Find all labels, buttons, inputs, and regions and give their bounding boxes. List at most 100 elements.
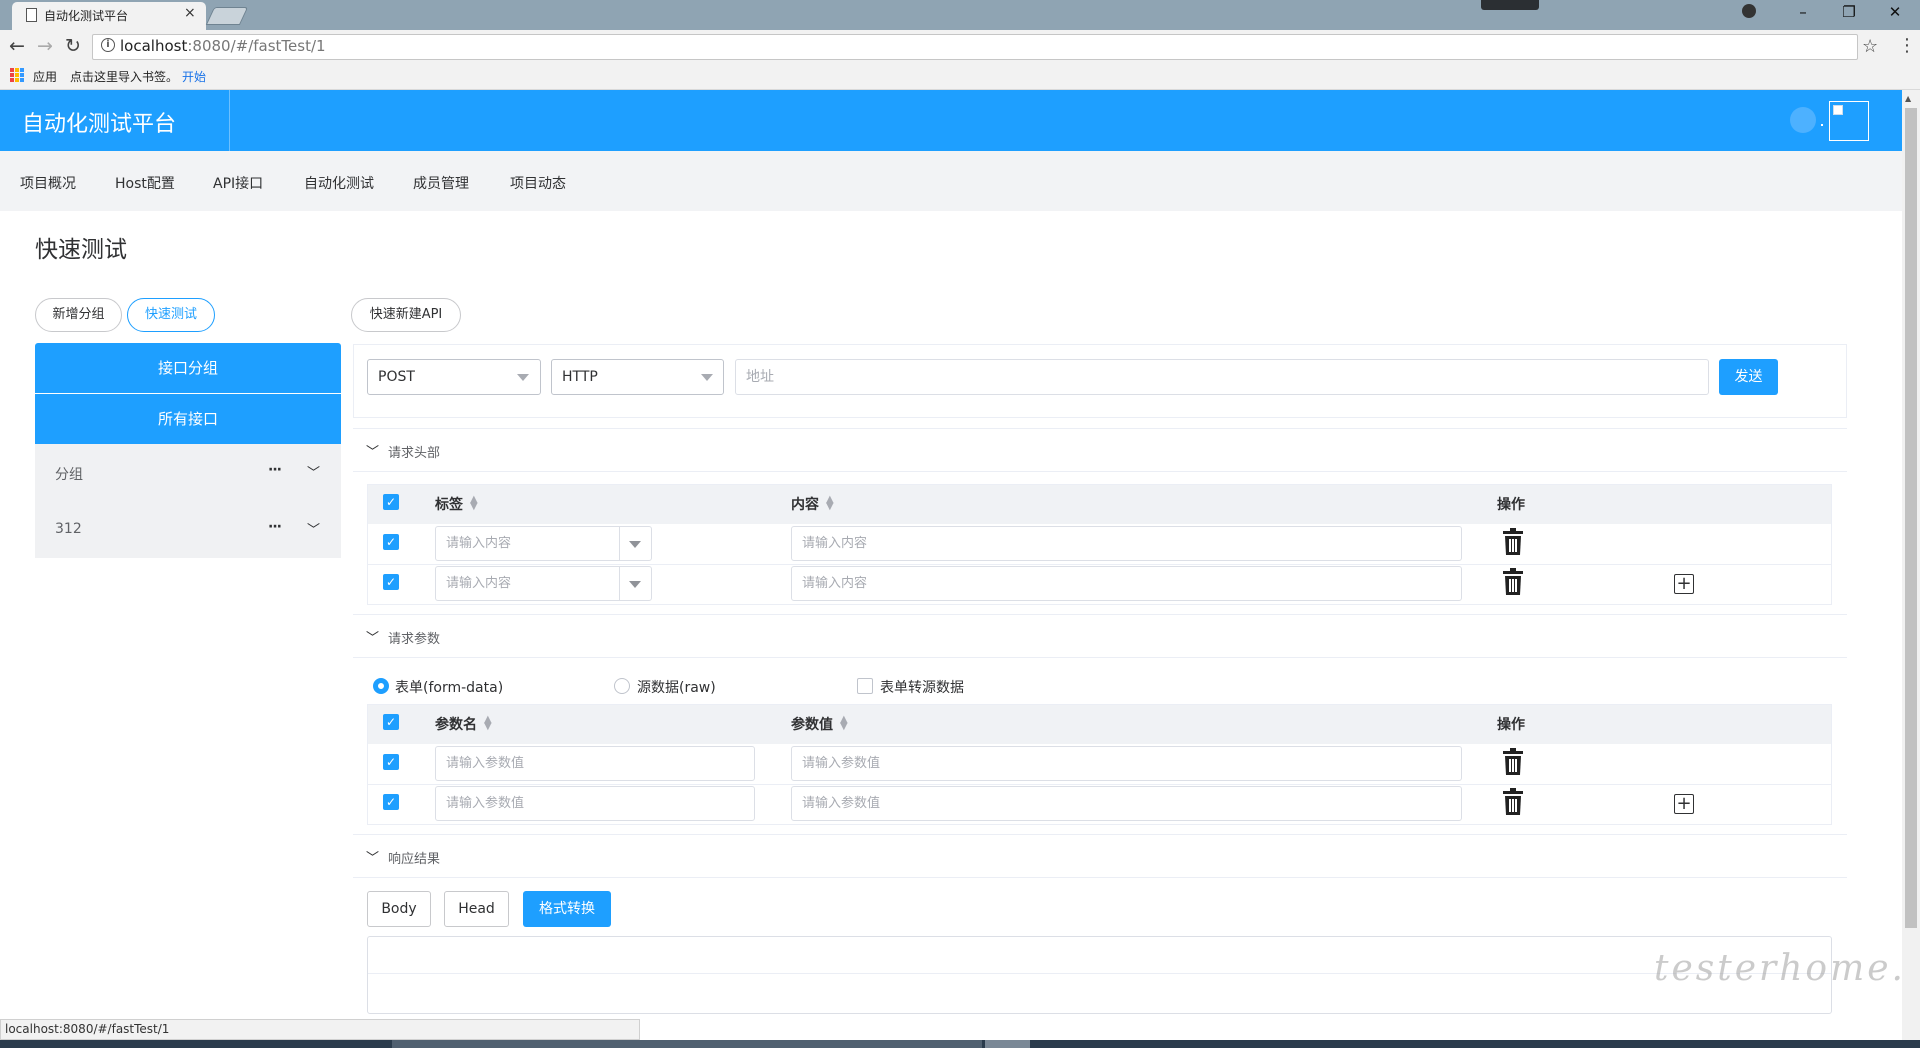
sort-icon[interactable]: ▲ ▼ (470, 495, 478, 512)
nav-project-overview[interactable]: 项目概况 (20, 173, 76, 193)
add-header-row-button[interactable]: + (1674, 574, 1694, 594)
taskbar-segment[interactable] (985, 1040, 1030, 1048)
row-checkbox[interactable]: ✓ (383, 534, 399, 550)
nav-project-activity[interactable]: 项目动态 (510, 173, 566, 193)
headers-select-all-checkbox[interactable]: ✓ (383, 494, 399, 510)
param-name-input[interactable]: 请输入参数值 (435, 786, 755, 821)
row-checkbox[interactable]: ✓ (383, 794, 399, 810)
scrollbar-thumb[interactable] (1905, 108, 1917, 928)
url-text[interactable]: localhost:8080/#/fastTest/1 (120, 37, 326, 55)
trash-icon[interactable] (1502, 788, 1524, 816)
bookmark-star-icon[interactable]: ☆ (1862, 36, 1878, 57)
site-info-icon[interactable]: i (101, 38, 115, 52)
avatar[interactable] (1790, 107, 1816, 133)
group-item-label[interactable]: 312 (55, 521, 82, 537)
group-item-label[interactable]: 分组 (55, 464, 83, 484)
maximize-icon[interactable]: ❐ (1834, 3, 1864, 21)
header-divider (229, 90, 230, 151)
close-window-icon[interactable]: ✕ (1880, 3, 1910, 21)
caret-down-icon[interactable] (629, 581, 641, 588)
group-more-icon[interactable]: ··· (268, 462, 282, 478)
url-bar[interactable] (92, 34, 1858, 60)
form-data-radio[interactable] (373, 678, 389, 694)
header-content-input[interactable]: 请输入内容 (791, 566, 1462, 601)
page-title: 快速测试 (35, 237, 127, 263)
raw-label[interactable]: 源数据(raw) (637, 677, 716, 697)
form-to-raw-checkbox[interactable] (857, 678, 873, 694)
response-section-header[interactable] (353, 834, 1847, 878)
caret-down-icon (701, 374, 713, 381)
nav-host-config[interactable]: Host配置 (115, 173, 175, 193)
bookmark-import-hint: 点击这里导入书签。 (70, 70, 179, 84)
combo-divider (619, 527, 620, 560)
new-group-button[interactable]: 新增分组 (35, 298, 122, 332)
sort-icon[interactable]: ▲ ▼ (826, 495, 834, 512)
chevron-down-icon[interactable]: ﹀ (366, 441, 379, 460)
address-input[interactable]: 地址 (735, 359, 1709, 395)
all-apis-item[interactable]: 所有接口 (35, 394, 341, 444)
col-label: 标签 (435, 497, 463, 513)
col-action: 操作 (1497, 717, 1525, 733)
back-icon[interactable]: ← (6, 35, 28, 57)
param-value-input[interactable]: 请输入参数值 (791, 746, 1462, 781)
response-output[interactable] (367, 936, 1832, 1014)
minimize-icon[interactable]: – (1788, 3, 1818, 21)
scroll-up-icon[interactable]: ▲ (1905, 94, 1911, 103)
bookmark-apps[interactable]: 应用 (33, 68, 57, 85)
send-button[interactable]: 发送 (1719, 359, 1778, 395)
chevron-down-icon[interactable]: ﹀ (366, 847, 379, 866)
new-api-button[interactable]: 快速新建API (351, 298, 461, 332)
trash-icon[interactable] (1502, 528, 1524, 556)
status-url: localhost:8080/#/fastTest/1 (0, 1019, 640, 1040)
sort-icon[interactable]: ▲ ▼ (484, 715, 492, 732)
caret-down-icon[interactable] (629, 541, 641, 548)
response-section-title: 响应结果 (388, 852, 441, 867)
tab-close-icon[interactable]: × (184, 5, 196, 21)
form-to-raw-label[interactable]: 表单转源数据 (880, 677, 964, 697)
tray-indicator (1481, 0, 1539, 10)
body-button[interactable]: Body (367, 891, 431, 927)
row-checkbox[interactable]: ✓ (383, 574, 399, 590)
protocol-select[interactable]: HTTP (551, 359, 724, 395)
taskbar-segment[interactable] (392, 1040, 982, 1048)
app-logo[interactable]: 自动化测试平台 (22, 106, 176, 138)
browser-menu-icon[interactable]: ⋮ (1898, 35, 1916, 56)
bookmark-start-link[interactable]: 开始 (182, 68, 206, 85)
param-value-input[interactable]: 请输入参数值 (791, 786, 1462, 821)
params-section-header[interactable] (353, 614, 1847, 658)
apps-grid-icon[interactable] (10, 68, 24, 82)
chevron-down-icon[interactable]: ﹀ (307, 462, 320, 481)
header-content-input[interactable]: 请输入内容 (791, 526, 1462, 561)
params-table-head (368, 705, 1831, 744)
caret-down-icon (517, 374, 529, 381)
tab-title: 自动化测试平台 (44, 9, 129, 23)
format-convert-button[interactable]: 格式转换 (523, 891, 611, 927)
api-group-header[interactable]: 接口分组 (35, 343, 341, 393)
raw-radio[interactable] (614, 678, 630, 694)
add-param-row-button[interactable]: + (1674, 794, 1694, 814)
param-name-input[interactable]: 请输入参数值 (435, 746, 755, 781)
reload-icon[interactable]: ↻ (62, 35, 84, 57)
user-profile-icon[interactable] (1742, 4, 1756, 18)
row-checkbox[interactable]: ✓ (383, 754, 399, 770)
nav-api[interactable]: API接口 (213, 173, 263, 193)
project-nav (0, 151, 1902, 211)
sort-icon[interactable]: ▲ ▼ (840, 715, 848, 732)
browser-tab-bar (0, 0, 1920, 30)
trash-icon[interactable] (1502, 568, 1524, 596)
trash-icon[interactable] (1502, 748, 1524, 776)
params-select-all-checkbox[interactable]: ✓ (383, 714, 399, 730)
col-action: 操作 (1497, 497, 1525, 513)
form-data-label[interactable]: 表单(form-data) (395, 677, 503, 697)
group-more-icon[interactable]: ··· (268, 519, 282, 535)
forward-icon[interactable]: → (34, 35, 56, 57)
method-select[interactable]: POST (367, 359, 541, 395)
head-button[interactable]: Head (444, 891, 509, 927)
chevron-down-icon[interactable]: ﹀ (307, 519, 320, 538)
nav-automation-test[interactable]: 自动化测试 (304, 173, 374, 193)
chevron-down-icon[interactable]: ﹀ (366, 627, 379, 646)
fast-test-button[interactable]: 快速测试 (127, 298, 215, 332)
headers-section-header[interactable] (353, 428, 1847, 472)
params-section-title: 请求参数 (388, 632, 441, 647)
nav-member-management[interactable]: 成员管理 (413, 173, 469, 193)
